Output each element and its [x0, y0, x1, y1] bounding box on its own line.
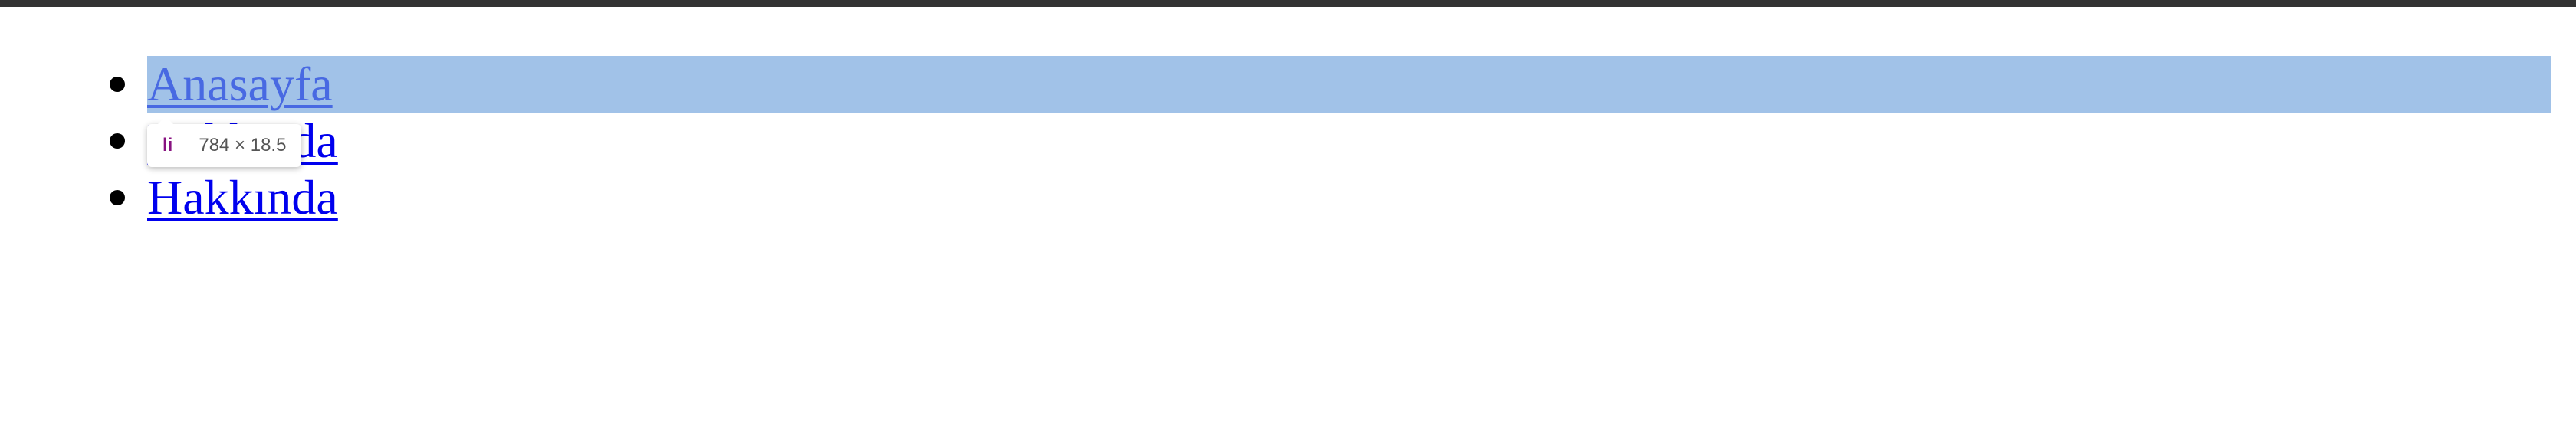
nav-list-item: Hakkında: [0, 113, 2576, 169]
tooltip-tag-name: li: [163, 135, 173, 156]
nav-list-item: Hakkında: [0, 169, 2576, 226]
bullet-icon: [110, 190, 125, 205]
nav-list-item: Anasayfa: [0, 56, 2576, 113]
nav-link-home[interactable]: Anasayfa: [147, 56, 333, 113]
nav-link-about[interactable]: Hakkında: [147, 169, 338, 226]
tooltip-dimensions: 784 × 18.5: [199, 135, 287, 156]
devtools-inspect-tooltip: li 784 × 18.5: [147, 116, 302, 167]
bullet-icon: [110, 133, 125, 149]
bullet-icon: [110, 77, 125, 92]
browser-top-bar: [0, 0, 2576, 7]
